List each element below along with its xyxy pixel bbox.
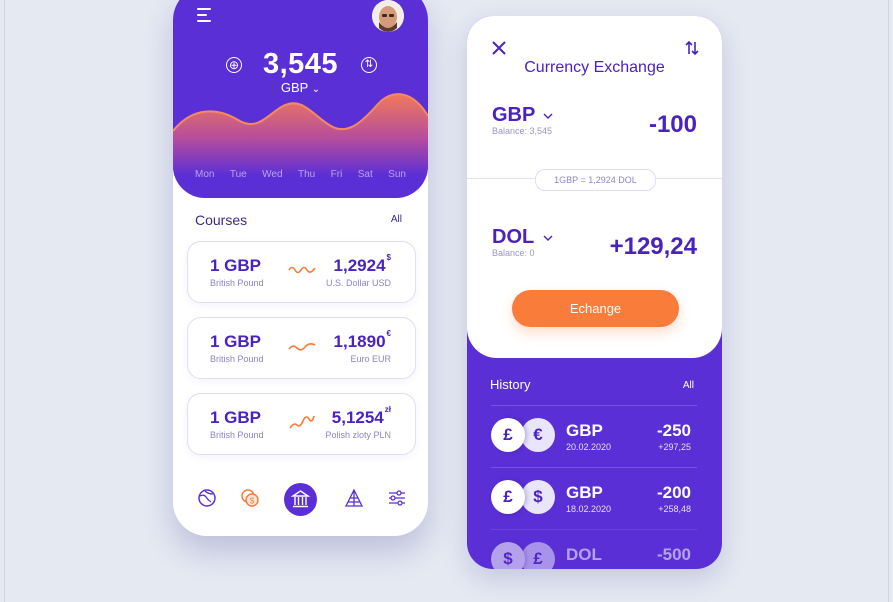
from-amount[interactable]: -100 bbox=[649, 111, 697, 139]
from-currency-code: GBP bbox=[492, 104, 536, 126]
close-icon[interactable] bbox=[491, 40, 507, 56]
divider bbox=[491, 529, 697, 530]
pound-coin-icon: £ bbox=[491, 418, 525, 452]
course-base-amount: 1 GBP bbox=[210, 332, 262, 351]
dollar-coin-icon: $ bbox=[491, 542, 525, 569]
chevron-down-icon bbox=[543, 235, 553, 241]
balance-wave-chart bbox=[173, 93, 428, 176]
course-rate: 5,1254zł bbox=[331, 405, 391, 428]
balance-header: ⊕ 3,545 ⇅ GBP ⌄ Mon Tue Wed Thu Fri Sat … bbox=[173, 0, 428, 198]
history-amount: -200 bbox=[656, 483, 691, 502]
course-target-name: U.S. Dollar USD bbox=[325, 278, 391, 288]
chevron-down-icon bbox=[543, 113, 553, 119]
course-rate: 1,2924$ bbox=[333, 253, 391, 276]
exchange-button[interactable]: Echange bbox=[512, 290, 679, 327]
to-balance: Balance: 0 bbox=[492, 248, 535, 258]
course-target-name: Polish zloty PLN bbox=[325, 430, 391, 440]
history-currency: GBP bbox=[566, 421, 603, 440]
course-rate-value: 5,1254 bbox=[331, 408, 384, 427]
history-all-link[interactable]: All bbox=[683, 380, 694, 391]
currency-symbol: zł bbox=[384, 405, 391, 415]
course-base-name: British Pound bbox=[210, 354, 264, 364]
menu-icon[interactable] bbox=[197, 8, 213, 22]
day-label: Fri bbox=[330, 169, 343, 180]
day-label: Mon bbox=[195, 169, 215, 180]
course-card[interactable]: 1 GBP British Pound 1,1890€ Euro EUR bbox=[187, 317, 416, 379]
courses-all-link[interactable]: All bbox=[391, 214, 402, 225]
exchange-screen: Currency Exchange GBP Balance: 3,545 -10… bbox=[467, 16, 722, 569]
bank-icon bbox=[290, 490, 311, 508]
course-base-amount: 1 GBP bbox=[210, 256, 262, 275]
day-label: Tue bbox=[229, 169, 247, 180]
currency-symbol: € bbox=[386, 329, 391, 339]
divider bbox=[491, 405, 697, 406]
sliders-icon[interactable] bbox=[387, 488, 407, 508]
frame-border-right bbox=[888, 0, 889, 602]
history-currency: GBP bbox=[566, 483, 603, 502]
trend-up-sparkline-icon bbox=[289, 415, 315, 429]
divider bbox=[491, 467, 697, 468]
course-base-name: British Pound bbox=[210, 430, 264, 440]
course-target-name: Euro EUR bbox=[350, 354, 391, 364]
from-balance: Balance: 3,545 bbox=[492, 126, 553, 136]
day-label: Thu bbox=[297, 169, 316, 180]
history-amount: -250 bbox=[656, 421, 691, 440]
euro-coin-icon: € bbox=[521, 418, 555, 452]
dashboard-screen: ⊕ 3,545 ⇅ GBP ⌄ Mon Tue Wed Thu Fri Sat … bbox=[173, 0, 428, 536]
history-title: History bbox=[490, 377, 531, 392]
history-item[interactable]: $ £ DOL -500 bbox=[491, 529, 697, 569]
swap-vertical-icon[interactable] bbox=[685, 40, 699, 56]
balance-amount: 3,545 bbox=[262, 48, 339, 80]
frame-border-left bbox=[4, 0, 5, 602]
weekday-labels: Mon Tue Wed Thu Fri Sat Sun bbox=[195, 169, 406, 180]
svg-text:$: $ bbox=[250, 497, 255, 506]
coins-icon[interactable]: $ bbox=[240, 488, 260, 508]
history-item[interactable]: £ € GBP 20.02.2020 -250 +297,25 bbox=[491, 405, 697, 459]
wave-sparkline-icon bbox=[288, 266, 316, 274]
swap-icon[interactable]: ⇅ bbox=[361, 57, 377, 73]
exchange-rate-badge: 1GBP = 1,2924 DOL bbox=[535, 169, 656, 191]
course-base-name: British Pound bbox=[210, 278, 264, 288]
pound-coin-icon: £ bbox=[521, 542, 555, 569]
day-label: Sun bbox=[388, 169, 406, 180]
history-amount: -500 bbox=[656, 545, 691, 564]
day-label: Sat bbox=[357, 169, 373, 180]
history-date: 20.02.2020 bbox=[566, 442, 612, 452]
to-amount[interactable]: +129,24 bbox=[610, 233, 697, 261]
pound-coin-icon: £ bbox=[491, 480, 525, 514]
history-date: 18.02.2020 bbox=[566, 504, 612, 514]
currency-symbol: $ bbox=[386, 253, 391, 263]
course-rate-value: 1,1890 bbox=[333, 332, 386, 351]
globe-icon[interactable] bbox=[197, 488, 217, 508]
day-label: Wed bbox=[262, 169, 283, 180]
history-converted: +297,25 bbox=[658, 442, 691, 452]
course-base-amount: 1 GBP bbox=[210, 408, 262, 427]
avatar[interactable] bbox=[372, 0, 404, 32]
pyramid-icon[interactable] bbox=[344, 488, 364, 508]
course-card[interactable]: 1 GBP British Pound 5,1254zł Polish zlot… bbox=[187, 393, 416, 455]
bank-nav-button[interactable] bbox=[284, 483, 317, 516]
exchange-panel: Currency Exchange GBP Balance: 3,545 -10… bbox=[467, 16, 722, 358]
wave-sparkline-icon bbox=[288, 343, 316, 351]
course-rate-value: 1,2924 bbox=[333, 256, 386, 275]
course-rate: 1,1890€ bbox=[333, 329, 391, 352]
history-currency: DOL bbox=[566, 545, 602, 564]
course-card[interactable]: 1 GBP British Pound 1,2924$ U.S. Dollar … bbox=[187, 241, 416, 303]
to-currency-code: DOL bbox=[492, 226, 535, 248]
courses-title: Courses bbox=[195, 212, 248, 228]
avatar-face-icon bbox=[372, 0, 404, 32]
history-item[interactable]: £ $ GBP 18.02.2020 -200 +258,48 bbox=[491, 467, 697, 521]
dollar-coin-icon: $ bbox=[521, 480, 555, 514]
history-converted: +258,48 bbox=[658, 504, 691, 514]
screen-title: Currency Exchange bbox=[524, 59, 665, 76]
